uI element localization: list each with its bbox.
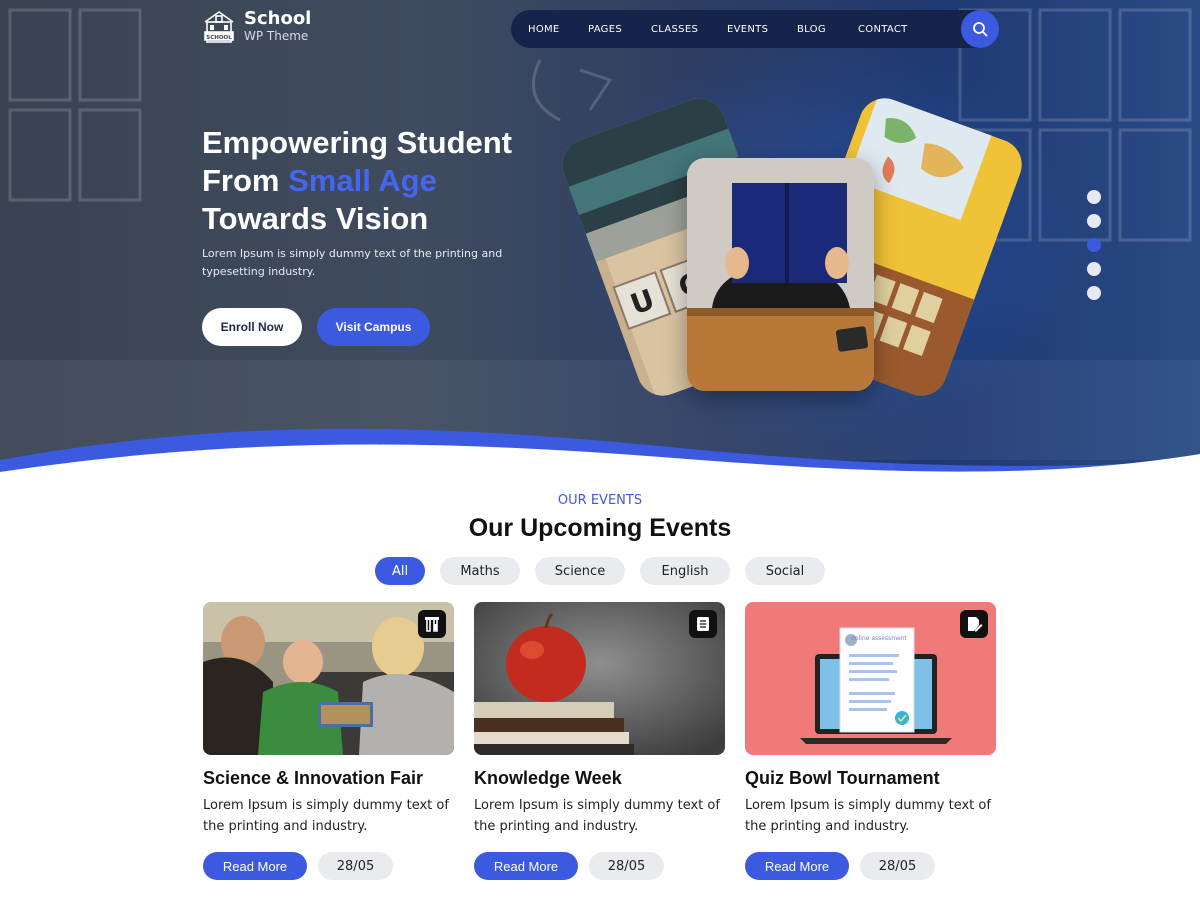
edit-document-icon-badge xyxy=(960,610,988,638)
event-title: Knowledge Week xyxy=(474,768,622,788)
hero-heading-accent: Small Age xyxy=(288,163,437,198)
hero-wave-divider xyxy=(0,428,1200,472)
event-image-apple-books[interactable] xyxy=(474,602,725,755)
logo-subtitle: WP Theme xyxy=(244,29,309,43)
logo-text: School WP Theme xyxy=(244,8,312,44)
slider-dot-3-active[interactable] xyxy=(1087,238,1101,252)
events-filter-bar: All Maths Science English Social xyxy=(0,557,1200,585)
read-more-button[interactable]: Read More xyxy=(474,852,578,880)
apple-on-books-image xyxy=(474,602,725,755)
edit-document-icon xyxy=(968,617,983,632)
event-description: Lorem Ipsum is simply dummy text of the … xyxy=(474,798,720,834)
logo-title: School xyxy=(244,8,312,29)
event-actions: Read More 28/05 xyxy=(474,852,725,882)
event-card-science-fair: Science & Innovation Fair Lorem Ipsum is… xyxy=(203,602,454,882)
school-building-icon: SCHOOL xyxy=(204,11,234,43)
event-date-badge: 28/05 xyxy=(318,852,393,880)
filter-all[interactable]: All xyxy=(375,557,425,585)
hero-heading-line3: Towards Vision xyxy=(202,201,429,236)
event-actions: Read More 28/05 xyxy=(203,852,454,882)
event-title: Science & Innovation Fair xyxy=(203,768,424,788)
search-button[interactable] xyxy=(961,10,999,48)
event-description: Lorem Ipsum is simply dummy text of the … xyxy=(745,798,991,834)
main-navigation: HOME PAGES CLASSES EVENTS BLOG CONTACT xyxy=(511,10,998,48)
visit-campus-button[interactable]: Visit Campus xyxy=(317,308,430,346)
book-icon-badge xyxy=(689,610,717,638)
flask-icon xyxy=(425,617,439,632)
nav-item-blog[interactable]: BLOG xyxy=(797,24,826,35)
nav-item-classes[interactable]: CLASSES xyxy=(651,24,698,35)
student-reading-image xyxy=(687,158,874,391)
hero-heading-line1: Empowering Student xyxy=(202,125,512,160)
slider-dot-2[interactable] xyxy=(1087,214,1101,228)
read-more-button[interactable]: Read More xyxy=(745,852,849,880)
slider-dot-5[interactable] xyxy=(1087,286,1101,300)
site-logo[interactable]: SCHOOL School WP Theme xyxy=(202,8,311,44)
hero-section: SCHOOL School WP Theme HOME PAGES CLASSE… xyxy=(0,0,1200,472)
assessment-caption: online assessment xyxy=(851,635,907,642)
book-icon xyxy=(697,617,709,631)
slider-dot-1[interactable] xyxy=(1087,190,1101,204)
event-date-badge: 28/05 xyxy=(860,852,935,880)
enroll-now-button[interactable]: Enroll Now xyxy=(202,308,302,346)
event-actions: Read More 28/05 xyxy=(745,852,996,882)
event-description: Lorem Ipsum is simply dummy text of the … xyxy=(203,798,449,834)
event-date-badge: 28/05 xyxy=(589,852,664,880)
slider-dot-4[interactable] xyxy=(1087,262,1101,276)
hero-heading: Empowering Student From Small Age Toward… xyxy=(202,124,562,238)
nav-item-pages[interactable]: PAGES xyxy=(588,24,622,35)
events-heading: Our Upcoming Events xyxy=(468,514,732,542)
filter-maths[interactable]: Maths xyxy=(440,557,520,585)
event-card-knowledge-week: Knowledge Week Lorem Ipsum is simply dum… xyxy=(474,602,725,882)
filter-social[interactable]: Social xyxy=(745,557,825,585)
logo-mark-text: SCHOOL xyxy=(206,35,232,41)
event-image-science-lab[interactable] xyxy=(203,602,454,755)
read-more-button[interactable]: Read More xyxy=(203,852,307,880)
event-title: Quiz Bowl Tournament xyxy=(745,768,940,788)
hero-photo-student-reading xyxy=(687,158,874,391)
event-image-online-assessment[interactable]: online assessment xyxy=(745,602,996,755)
online-assessment-image: online assessment xyxy=(745,602,996,755)
events-kicker: OUR EVENTS xyxy=(557,493,643,508)
nav-item-home[interactable]: HOME xyxy=(528,24,560,35)
nav-item-contact[interactable]: CONTACT xyxy=(858,24,908,35)
event-card-quiz-bowl: online assessment Quiz Bowl Tournament L… xyxy=(745,602,996,882)
hero-description: Lorem Ipsum is simply dummy text of the … xyxy=(202,247,503,278)
filter-science[interactable]: Science xyxy=(535,557,625,585)
hero-slider-dots xyxy=(1087,190,1103,310)
filter-english[interactable]: English xyxy=(640,557,730,585)
nav-item-events[interactable]: EVENTS xyxy=(727,24,768,35)
search-icon xyxy=(973,22,988,37)
hero-heading-line2-plain: From xyxy=(202,163,289,198)
science-lab-image xyxy=(203,602,454,755)
flask-icon-badge xyxy=(418,610,446,638)
